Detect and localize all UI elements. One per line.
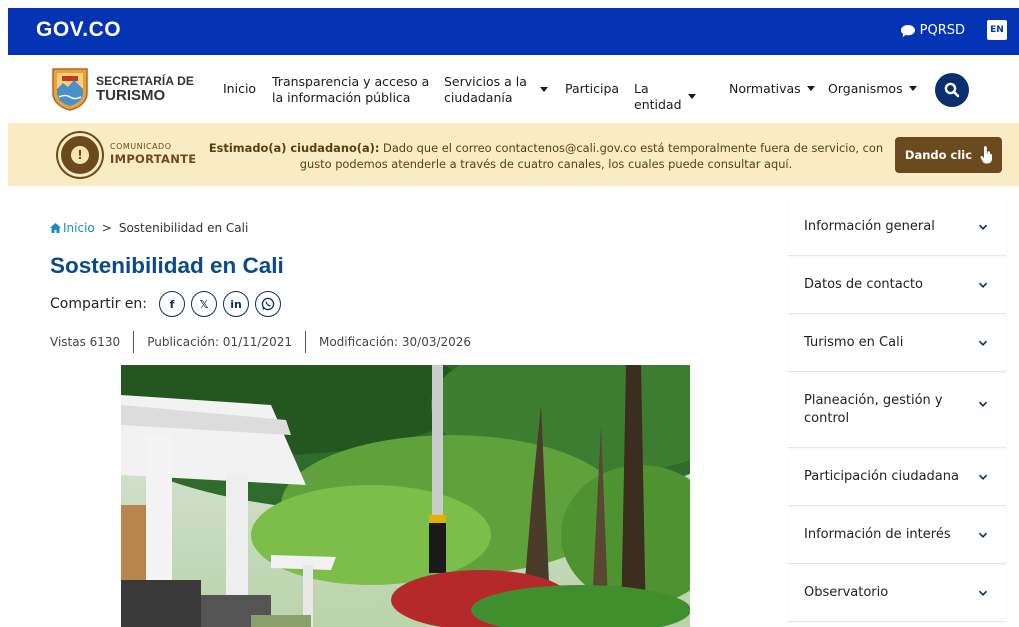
sidebar-item-label: Información general	[804, 218, 935, 234]
nav-item-servicios[interactable]: Servicios a la ciudadanía	[444, 74, 548, 105]
nav-label: Participa	[565, 81, 620, 96]
sidebar-item-label: Observatorio	[804, 584, 889, 600]
chevron-down-icon	[806, 86, 815, 92]
nav-item-organismos[interactable]: Organismos	[828, 81, 917, 97]
share-bar: Compartir en: f 𝕏 in	[50, 291, 281, 317]
meta-divider	[304, 331, 306, 353]
govco-logo[interactable]: GOV.CO	[36, 18, 121, 42]
chevron-down-icon	[978, 401, 988, 407]
sidebar-item-label: Información de interés	[804, 526, 951, 542]
breadcrumb-current: Sostenibilidad en Cali	[118, 221, 249, 235]
nav-label: Servicios a la ciudadanía	[444, 74, 527, 105]
notice-text: Dado que el correo contactenos@cali.gov.…	[299, 141, 884, 172]
sidebar-item-informacion-interes[interactable]: Información de interés	[788, 506, 1006, 564]
hand-pointer-icon	[980, 146, 993, 164]
govco-bar: GOV.CO PQRSD EN	[8, 8, 1019, 55]
views-count: Vistas 6130	[50, 335, 121, 349]
article-photo	[121, 365, 690, 627]
meta-divider	[133, 331, 135, 353]
nav-label: Organismos	[828, 81, 903, 96]
chevron-down-icon	[978, 532, 988, 538]
breadcrumb-home-link[interactable]: Inicio	[50, 221, 95, 235]
breadcrumb: Inicio > Sostenibilidad en Cali	[50, 221, 248, 235]
pqrsd-link[interactable]: PQRSD	[900, 23, 965, 38]
site-logo-text[interactable]: SECRETARÍA DE TURISMO	[96, 75, 194, 103]
chevron-down-icon	[978, 340, 988, 346]
nav-label: La entidad	[634, 81, 682, 112]
logo-line-1: SECRETARÍA DE	[96, 74, 194, 88]
sidebar-item-participacion[interactable]: Participación ciudadana	[788, 448, 1006, 506]
modified-date: Modificación: 30/03/2026	[318, 335, 472, 349]
nav-item-inicio[interactable]: Inicio	[223, 81, 256, 97]
nav-item-participa[interactable]: Participa	[565, 81, 619, 97]
sidebar-item-datos-contacto[interactable]: Datos de contacto	[788, 256, 1006, 314]
sidebar-accordion: Información general Datos de contacto Tu…	[788, 198, 1006, 622]
notice-click-button[interactable]: Dando clic	[895, 137, 1002, 173]
sidebar-item-turismo-cali[interactable]: Turismo en Cali	[788, 314, 1006, 372]
logo-line-2: TURISMO	[96, 87, 166, 104]
page-title: Sostenibilidad en Cali	[50, 253, 284, 278]
whatsapp-icon[interactable]	[255, 291, 281, 317]
facebook-icon[interactable]: f	[159, 291, 185, 317]
publish-date: Publicación: 01/11/2021	[147, 335, 292, 349]
nav-label: Transparencia y acceso a la información …	[272, 74, 430, 105]
sidebar-item-label: Participación ciudadana	[804, 468, 959, 484]
chat-bubble-icon	[900, 24, 915, 37]
nav-item-transparencia[interactable]: Transparencia y acceso a la información …	[272, 74, 432, 105]
sidebar-item-informacion-general[interactable]: Información general	[788, 198, 1006, 256]
notice-button-label: Dando clic	[904, 148, 973, 162]
breadcrumb-home-label: Inicio	[63, 221, 95, 235]
site-header: SECRETARÍA DE TURISMO Inicio Transparenc…	[8, 55, 1019, 123]
nav-label: Inicio	[223, 81, 257, 96]
nav-item-normativas[interactable]: Normativas	[729, 81, 815, 97]
chevron-down-icon	[687, 94, 696, 100]
sidebar-item-label: Datos de contacto	[804, 276, 923, 292]
alert-icon: !	[58, 133, 102, 177]
nav-item-la-entidad[interactable]: La entidad	[634, 81, 696, 112]
chevron-down-icon	[908, 86, 917, 92]
sidebar-item-label: Planeación, gestión y control	[804, 392, 943, 426]
nav-label: Normativas	[729, 81, 801, 96]
chevron-down-icon	[978, 474, 988, 480]
article-meta: Vistas 6130 Publicación: 01/11/2021 Modi…	[50, 331, 471, 353]
linkedin-icon[interactable]: in	[223, 291, 249, 317]
chevron-down-icon	[978, 590, 988, 596]
chevron-down-icon	[540, 87, 548, 93]
notice-message: Estimado(a) ciudadano(a): Dado que el co…	[206, 140, 886, 172]
chevron-down-icon	[978, 224, 988, 230]
x-twitter-icon[interactable]: 𝕏	[191, 291, 217, 317]
sidebar-item-label: Turismo en Cali	[804, 334, 904, 350]
notice-tag-small: COMUNICADO	[110, 142, 172, 151]
notice-tag: COMUNICADO IMPORTANTE	[110, 143, 196, 166]
sidebar-item-planeacion[interactable]: Planeación, gestión y control	[788, 372, 1006, 448]
notice-greeting: Estimado(a) ciudadano(a):	[208, 141, 380, 155]
search-icon	[944, 82, 960, 98]
pqrsd-label: PQRSD	[919, 23, 965, 38]
important-notice-banner: ! COMUNICADO IMPORTANTE Estimado(a) ciud…	[8, 123, 1019, 186]
language-en-button[interactable]: EN	[987, 20, 1007, 40]
home-icon	[50, 223, 61, 233]
notice-tag-big: IMPORTANTE	[110, 152, 197, 166]
chevron-down-icon	[978, 282, 988, 288]
breadcrumb-separator: >	[101, 221, 112, 235]
cali-shield-logo[interactable]	[50, 67, 90, 111]
sidebar-item-observatorio[interactable]: Observatorio	[788, 564, 1006, 622]
share-label: Compartir en:	[50, 296, 147, 312]
search-button[interactable]	[935, 73, 969, 107]
